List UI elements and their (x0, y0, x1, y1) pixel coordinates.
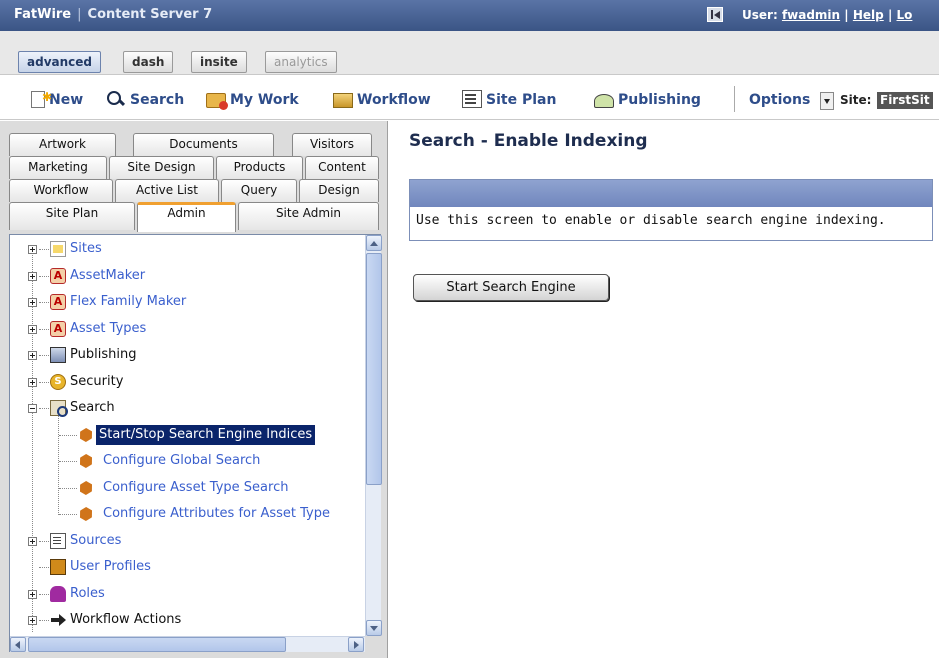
publishing-label: Publishing (618, 92, 701, 108)
workflow-actions-icon (50, 612, 66, 628)
tree-item-user-profiles[interactable]: User Profiles (10, 556, 360, 578)
tab-content[interactable]: Content (305, 156, 379, 179)
separator: | (844, 8, 849, 22)
new-button[interactable]: New (31, 86, 84, 111)
tab-workflow[interactable]: Workflow (9, 179, 113, 202)
publishing-button[interactable]: Publishing (594, 89, 701, 111)
info-panel-header (410, 180, 932, 207)
mode-tab-analytics[interactable]: analytics (265, 51, 337, 73)
tab-documents[interactable]: Documents (133, 133, 274, 156)
mode-tab-insite[interactable]: insite (191, 51, 247, 73)
tab-query[interactable]: Query (221, 179, 297, 202)
folder-icon (206, 93, 228, 110)
tab-admin[interactable]: Admin (137, 202, 236, 232)
logout-link[interactable]: Lo (897, 8, 913, 22)
expand-icon[interactable] (28, 616, 37, 625)
help-link[interactable]: Help (853, 8, 884, 22)
search-label: Search (130, 92, 185, 108)
tab-site-design[interactable]: Site Design (109, 156, 214, 179)
search-icon (106, 90, 126, 108)
scroll-left-icon[interactable] (10, 637, 26, 652)
scroll-thumb[interactable] (28, 637, 286, 652)
siteplan-icon (462, 90, 482, 108)
tab-visitors[interactable]: Visitors (292, 133, 372, 156)
tree-connector (39, 567, 49, 568)
user-label: User: (742, 8, 778, 22)
publishing-icon (594, 94, 614, 108)
admin-tree: Sites A AssetMaker A Flex Family Maker A (9, 234, 382, 652)
mywork-label: My Work (230, 92, 299, 108)
roles-icon (50, 585, 66, 602)
tab-design[interactable]: Design (299, 179, 379, 202)
tree-connector (39, 540, 49, 542)
sources-icon (50, 532, 66, 549)
info-panel: Use this screen to enable or disable sea… (409, 179, 933, 241)
site-label: Site: (840, 93, 872, 107)
options-dropdown-icon[interactable] (820, 92, 834, 110)
tree-horizontal-scrollbar[interactable] (10, 636, 365, 652)
siteplan-label: Site Plan (486, 92, 557, 108)
options-label[interactable]: Options (749, 89, 810, 111)
workflow-icon (333, 93, 353, 108)
mywork-button[interactable]: My Work (206, 89, 299, 111)
scroll-thumb[interactable] (366, 253, 382, 485)
workflow-label: Workflow (357, 92, 431, 108)
tree-item-sources[interactable]: Sources (10, 530, 360, 552)
new-label: New (49, 92, 84, 108)
product-name: Content Server 7 (87, 7, 213, 22)
search-button[interactable]: Search (106, 89, 184, 111)
scroll-down-icon[interactable] (366, 620, 382, 636)
siteplan-button[interactable]: Site Plan (462, 89, 556, 111)
site-selector[interactable]: FirstSit (877, 92, 933, 109)
tree-connector (39, 620, 49, 621)
tree-item-workflow-actions[interactable]: Workflow Actions (10, 609, 360, 631)
user-name-link[interactable]: fwadmin (782, 8, 840, 22)
tab-products[interactable]: Products (216, 156, 303, 179)
tree-vertical-scrollbar[interactable] (365, 235, 382, 636)
mode-tab-dash[interactable]: dash (123, 51, 174, 73)
info-message: Use this screen to enable or disable sea… (416, 213, 886, 228)
scroll-corner (365, 636, 381, 652)
brand-name: FatWire (14, 7, 72, 22)
user-info: User: fwadmin | Help | Lo (742, 8, 912, 22)
tree-content-lower: Sources User Profiles Roles Workflow Actio… (10, 235, 364, 636)
app-brand: FatWire | Content Server 7 (14, 7, 212, 22)
new-icon (31, 86, 52, 108)
tree-connector (39, 593, 49, 595)
page-title: Search - Enable Indexing (409, 131, 648, 151)
mode-bar: advanced dash insite analytics (0, 31, 939, 75)
left-panel: Artwork Documents Visitors Marketing Sit… (0, 121, 388, 658)
tree-label[interactable]: Sources (70, 530, 121, 552)
expand-icon[interactable] (28, 589, 37, 599)
start-search-engine-button[interactable]: Start Search Engine (413, 274, 609, 301)
main-content: Search - Enable Indexing Use this screen… (389, 121, 939, 658)
brand-separator: | (77, 7, 82, 22)
tree-label[interactable]: Workflow Actions (70, 609, 181, 631)
tab-active-list[interactable]: Active List (115, 179, 219, 202)
tab-site-plan[interactable]: Site Plan (9, 202, 135, 230)
expand-icon[interactable] (28, 536, 37, 546)
tree-label[interactable]: Roles (70, 583, 105, 605)
tab-artwork[interactable]: Artwork (9, 133, 116, 156)
scroll-right-icon[interactable] (348, 637, 364, 652)
toolbar-divider (734, 86, 735, 112)
tab-site-admin[interactable]: Site Admin (238, 202, 379, 230)
title-bar: FatWire | Content Server 7 User: fwadmin |… (0, 0, 939, 31)
scroll-up-icon[interactable] (366, 235, 382, 251)
tree-label[interactable]: User Profiles (70, 556, 151, 578)
workflow-button[interactable]: Workflow (333, 89, 431, 111)
tree-item-roles[interactable]: Roles (10, 583, 360, 605)
toolbar: New Search My Work Workflow Site Plan Pu… (0, 76, 939, 120)
user-profiles-icon (50, 559, 66, 575)
separator: | (887, 8, 893, 22)
collapse-panel-icon[interactable] (707, 7, 723, 22)
mode-tab-advanced[interactable]: advanced (18, 51, 101, 73)
tab-marketing[interactable]: Marketing (9, 156, 107, 179)
